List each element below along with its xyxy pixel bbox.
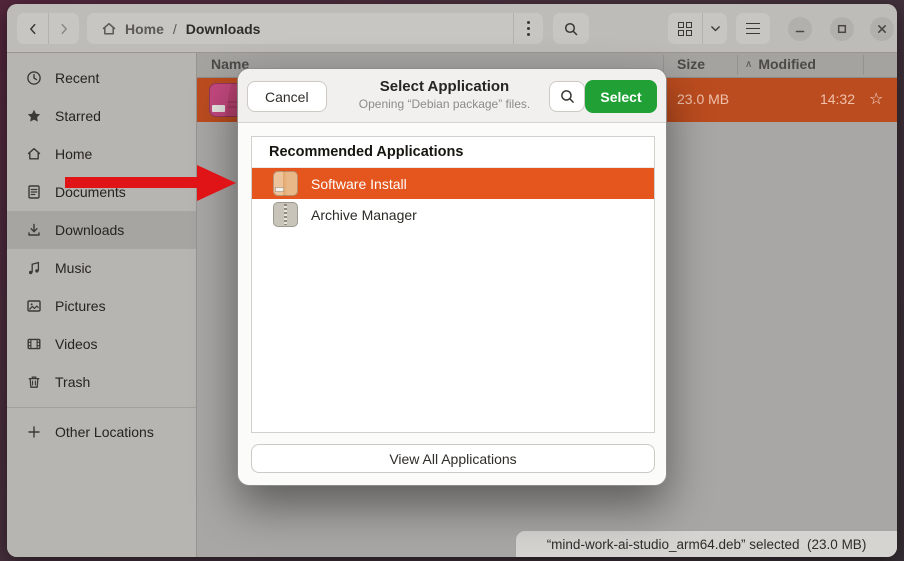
forward-button[interactable] (48, 13, 79, 44)
column-header-size[interactable]: Size (677, 56, 705, 72)
sidebar-item-label: Other Locations (55, 424, 154, 440)
select-button-label: Select (600, 89, 641, 105)
home-icon (101, 21, 117, 37)
headerbar: Home / Downloads (7, 4, 897, 53)
view-all-applications-button[interactable]: View All Applications (251, 444, 655, 473)
app-name: Archive Manager (311, 207, 417, 223)
software-install-icon (273, 171, 298, 196)
sidebar-item-label: Pictures (55, 298, 106, 314)
grid-view-button[interactable] (668, 13, 702, 44)
archive-manager-icon (273, 202, 298, 227)
hamburger-menu-icon (746, 23, 760, 35)
grid-view-icon (678, 22, 692, 36)
close-icon (876, 23, 888, 35)
status-text: “mind-work-ai-studio_arm64.deb” selected… (547, 537, 867, 552)
sidebar-item-label: Music (55, 260, 92, 276)
sidebar-item-label: Trash (55, 374, 90, 390)
app-row-archive-manager[interactable]: Archive Manager (252, 199, 654, 230)
sidebar-item-label: Starred (55, 108, 101, 124)
recommended-section-header: Recommended Applications (252, 137, 654, 168)
cancel-button-label: Cancel (265, 89, 309, 105)
sidebar-item-label: Documents (55, 184, 126, 200)
select-button[interactable]: Select (585, 80, 657, 113)
download-icon (26, 222, 42, 238)
breadcrumb-root-label: Home (125, 21, 164, 37)
chevron-down-icon (709, 22, 722, 35)
search-button[interactable] (553, 13, 589, 44)
files-window: Home / Downloads (7, 4, 897, 557)
minimize-button[interactable] (788, 17, 812, 41)
breadcrumb-separator: / (173, 21, 177, 37)
search-icon (563, 21, 579, 37)
select-application-dialog: Cancel Select Application Opening “Debia… (237, 68, 667, 486)
view-options-button[interactable] (702, 13, 727, 44)
home-icon (26, 146, 42, 162)
back-button[interactable] (17, 13, 48, 44)
path-menu-button[interactable] (513, 13, 543, 44)
breadcrumb-current[interactable]: Downloads (186, 21, 261, 37)
video-icon (26, 336, 42, 352)
sort-ascending-icon: ∧ (745, 59, 752, 70)
star-file-button[interactable]: ☆ (869, 89, 883, 109)
column-header-modified[interactable]: ∧ Modified (745, 56, 816, 72)
status-bar: “mind-work-ai-studio_arm64.deb” selected… (515, 530, 897, 557)
view-toggle-group (668, 13, 727, 44)
dialog-title: Select Application (348, 78, 541, 95)
chevron-left-icon (26, 22, 40, 36)
column-divider (863, 55, 864, 75)
kebab-menu-icon (527, 21, 530, 35)
sidebar-item-label: Recent (55, 70, 99, 86)
music-icon (26, 260, 42, 276)
close-button[interactable] (870, 17, 894, 41)
app-row-software-install[interactable]: Software Install (252, 168, 654, 199)
column-header-modified-label: Modified (758, 56, 816, 72)
file-size: 23.0 MB (677, 91, 729, 107)
sidebar-item-music[interactable]: Music (7, 249, 196, 287)
sidebar-item-videos[interactable]: Videos (7, 325, 196, 363)
sidebar-item-label: Home (55, 146, 92, 162)
chevron-right-icon (57, 22, 71, 36)
trash-icon (26, 374, 42, 390)
sidebar-item-pictures[interactable]: Pictures (7, 287, 196, 325)
maximize-button[interactable] (830, 17, 854, 41)
dialog-header: Cancel Select Application Opening “Debia… (238, 69, 666, 123)
search-icon (559, 88, 576, 105)
maximize-icon (836, 23, 848, 35)
sidebar-item-home[interactable]: Home (7, 135, 196, 173)
picture-icon (26, 298, 42, 314)
column-divider (737, 55, 738, 75)
dialog-title-block: Select Application Opening “Debian packa… (348, 78, 541, 111)
sidebar-item-label: Downloads (55, 222, 124, 238)
sidebar-item-documents[interactable]: Documents (7, 173, 196, 211)
file-modified-time: 14:32 (797, 91, 855, 107)
view-all-label: View All Applications (389, 451, 516, 467)
app-name: Software Install (311, 176, 407, 192)
minimize-icon (794, 23, 806, 35)
sidebar-separator (7, 407, 196, 408)
sidebar-item-starred[interactable]: Starred (7, 97, 196, 135)
recent-icon (26, 70, 42, 86)
breadcrumb-home[interactable]: Home (101, 21, 164, 37)
sidebar-item-trash[interactable]: Trash (7, 363, 196, 401)
dialog-subtitle: Opening “Debian package” files. (348, 97, 541, 111)
sidebar-item-downloads[interactable]: Downloads (7, 211, 196, 249)
star-icon (26, 108, 42, 124)
nav-button-group (17, 13, 79, 44)
plus-icon (26, 424, 42, 440)
application-list: Recommended Applications Software Instal… (251, 136, 655, 433)
cancel-button[interactable]: Cancel (247, 81, 327, 112)
breadcrumb[interactable]: Home / Downloads (87, 13, 543, 44)
sidebar-item-recent[interactable]: Recent (7, 59, 196, 97)
dialog-search-button[interactable] (549, 81, 585, 112)
document-icon (26, 184, 42, 200)
sidebar: Recent Starred Home Documents Downloads … (7, 53, 197, 557)
main-menu-button[interactable] (736, 13, 770, 44)
sidebar-item-other-locations[interactable]: Other Locations (7, 413, 196, 451)
sidebar-item-label: Videos (55, 336, 98, 352)
